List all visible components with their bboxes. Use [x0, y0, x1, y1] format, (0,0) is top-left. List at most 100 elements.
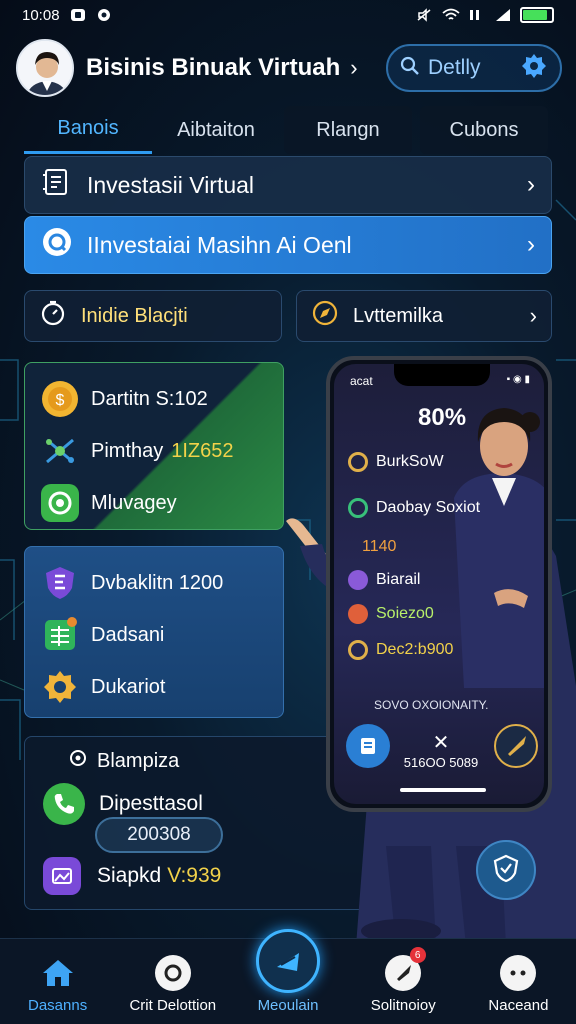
woman-figure — [454, 408, 544, 688]
more-icon — [500, 955, 537, 991]
phone-notch — [394, 364, 490, 386]
tab-cubons[interactable]: Cubons — [420, 106, 548, 154]
item-label: Dvbaklitn 1200 — [91, 571, 224, 594]
target-icon — [69, 749, 87, 773]
nav-label: Crit Delottion — [129, 997, 217, 1014]
tab-rlangn[interactable]: Rlangn — [284, 106, 412, 154]
phone-list-item[interactable]: BurkSoW — [348, 452, 444, 472]
chat-icon — [41, 226, 73, 264]
chevron-right-icon[interactable]: › — [350, 55, 357, 81]
shield-check-icon — [491, 853, 521, 888]
bottom-nav: Dasanns Crit Delottion Meoulain 6 Solitn… — [0, 929, 576, 1024]
item-label: Dukariot — [91, 675, 166, 698]
phone-icon — [43, 783, 85, 825]
spreadsheet-icon — [41, 616, 79, 654]
phone-item-label: BurkSoW — [376, 453, 444, 470]
item-label: Dadsani — [91, 623, 165, 646]
list-item[interactable]: Siapkd V:939 — [43, 857, 221, 895]
network-icon — [41, 432, 79, 470]
phone-status-icons: ▪ ◉ ▮ — [506, 374, 530, 385]
avatar[interactable] — [16, 39, 74, 97]
search-box[interactable]: Detlly — [386, 44, 562, 92]
chevron-right-icon: › — [529, 303, 537, 328]
camera-icon — [154, 955, 191, 991]
search-input[interactable]: Detlly — [428, 56, 520, 80]
nav-crit-delottion[interactable]: Crit Delottion — [115, 939, 230, 1024]
investasi-virtual-row[interactable]: Investasii Virtual › — [24, 156, 552, 214]
gear-icon — [348, 570, 368, 590]
nav-dasanns[interactable]: Dasanns — [0, 939, 115, 1024]
chevron-right-icon: › — [527, 171, 535, 198]
list-item[interactable]: Dvbaklitn 1200 — [41, 557, 267, 609]
item-value: V:939 — [167, 864, 222, 887]
nav-solitnoioy[interactable]: 6 Solitnoioy — [346, 939, 461, 1024]
home-indicator — [400, 788, 486, 792]
gear-icon — [41, 668, 79, 706]
phone-item-label: Soiezo0 — [376, 605, 434, 622]
investasi-mesin-ai-row[interactable]: IInvestaiai Masihn Ai Oenl › — [24, 216, 552, 274]
status-time: 10:08 — [22, 6, 60, 24]
list-item[interactable]: Pimthay 1IZ652 — [41, 425, 267, 477]
status-bar: 10:08 — [0, 0, 576, 30]
list-item[interactable]: Dadsani — [41, 609, 267, 661]
coin-icon — [348, 640, 368, 660]
phone-screen: acat ▪ ◉ ▮ 80% BurkSoW Daobay Soxiot 114… — [334, 364, 544, 804]
search-icon — [400, 56, 420, 81]
phone-list-item[interactable]: Biarail — [348, 570, 420, 590]
item-label: Siapkd — [97, 864, 162, 887]
row-label: IInvestaiai Masihn Ai Oenl — [87, 231, 352, 258]
data-icon — [468, 8, 484, 22]
app-header: Bisinis Binuak Virtuah › Detlly — [16, 36, 562, 100]
summary-card-green[interactable]: $ Dartitn S:102 Pimthay 1IZ652 Mluvagey — [24, 362, 284, 530]
item-label: Dipesttasol — [99, 792, 203, 815]
signal-icon — [494, 8, 510, 22]
phone-item-label: Daobay Soxiot — [376, 499, 481, 516]
lvttemilka-button[interactable]: Lvttemilka › — [296, 290, 552, 342]
link-icon — [348, 452, 368, 472]
shield-fab-button[interactable] — [476, 840, 536, 900]
tab-banois[interactable]: Banois — [24, 106, 152, 154]
phone-list-item[interactable]: Soiezo0 — [348, 604, 434, 624]
mute-icon — [416, 8, 432, 22]
chart-icon — [256, 929, 320, 993]
phone-list-item[interactable]: Daobay Soxiot — [348, 498, 480, 518]
battery-icon — [520, 7, 554, 23]
notification-icon — [70, 8, 86, 22]
phone-item-label: 1140 — [362, 538, 397, 555]
card-title-text: Blampiza — [97, 749, 180, 772]
item-label: Mluvagey — [91, 491, 177, 514]
item-label: Pimthay — [91, 439, 164, 462]
nav-label: Naceand — [488, 997, 549, 1014]
home-icon — [40, 955, 76, 991]
phone-list-item[interactable]: 1140 — [362, 538, 396, 556]
card-title: Blampiza — [69, 749, 179, 773]
inidie-blacjti-button[interactable]: Inidie Blacjti — [24, 290, 282, 342]
value-pill[interactable]: 200308 — [95, 817, 223, 853]
phone-document-button[interactable] — [346, 724, 390, 768]
fire-icon — [348, 604, 368, 624]
phone-list-item[interactable]: Dec2:b900 — [348, 640, 453, 660]
list-item[interactable]: Dukariot — [41, 661, 267, 713]
compass-icon — [311, 299, 339, 333]
app-title: Bisinis Binuak Virtuah — [86, 54, 341, 81]
chevron-right-icon: › — [527, 231, 535, 258]
summary-card-blue[interactable]: Dvbaklitn 1200 Dadsani Dukariot — [24, 546, 284, 718]
nav-label: Dasanns — [28, 997, 88, 1014]
row-label: Investasii Virtual — [87, 171, 255, 198]
list-item[interactable]: $ Dartitn S:102 — [41, 373, 267, 425]
notification-badge: 6 — [409, 947, 426, 963]
nav-naceand[interactable]: Naceand — [461, 939, 576, 1024]
nav-meoulain[interactable]: Meoulain — [230, 929, 345, 1024]
phone-item-label: Biarail — [376, 571, 421, 588]
gallery-icon — [43, 857, 81, 895]
button-label: Inidie Blacjti — [81, 304, 188, 327]
tab-aibtaiton[interactable]: Aibtaiton — [152, 106, 280, 154]
phone-item-label: Dec2:b900 — [376, 641, 454, 658]
shield-icon — [41, 564, 79, 602]
settings-icon[interactable] — [520, 52, 548, 85]
phone-mockup: acat ▪ ◉ ▮ 80% BurkSoW Daobay Soxiot 114… — [326, 356, 552, 812]
phone-tools-button[interactable]: ✕ 516OO 5089 — [396, 730, 486, 770]
phone-tools-label: 516OO 5089 — [403, 755, 479, 770]
list-item[interactable]: Mluvagey — [41, 477, 267, 529]
phone-rocket-button[interactable] — [494, 724, 538, 768]
